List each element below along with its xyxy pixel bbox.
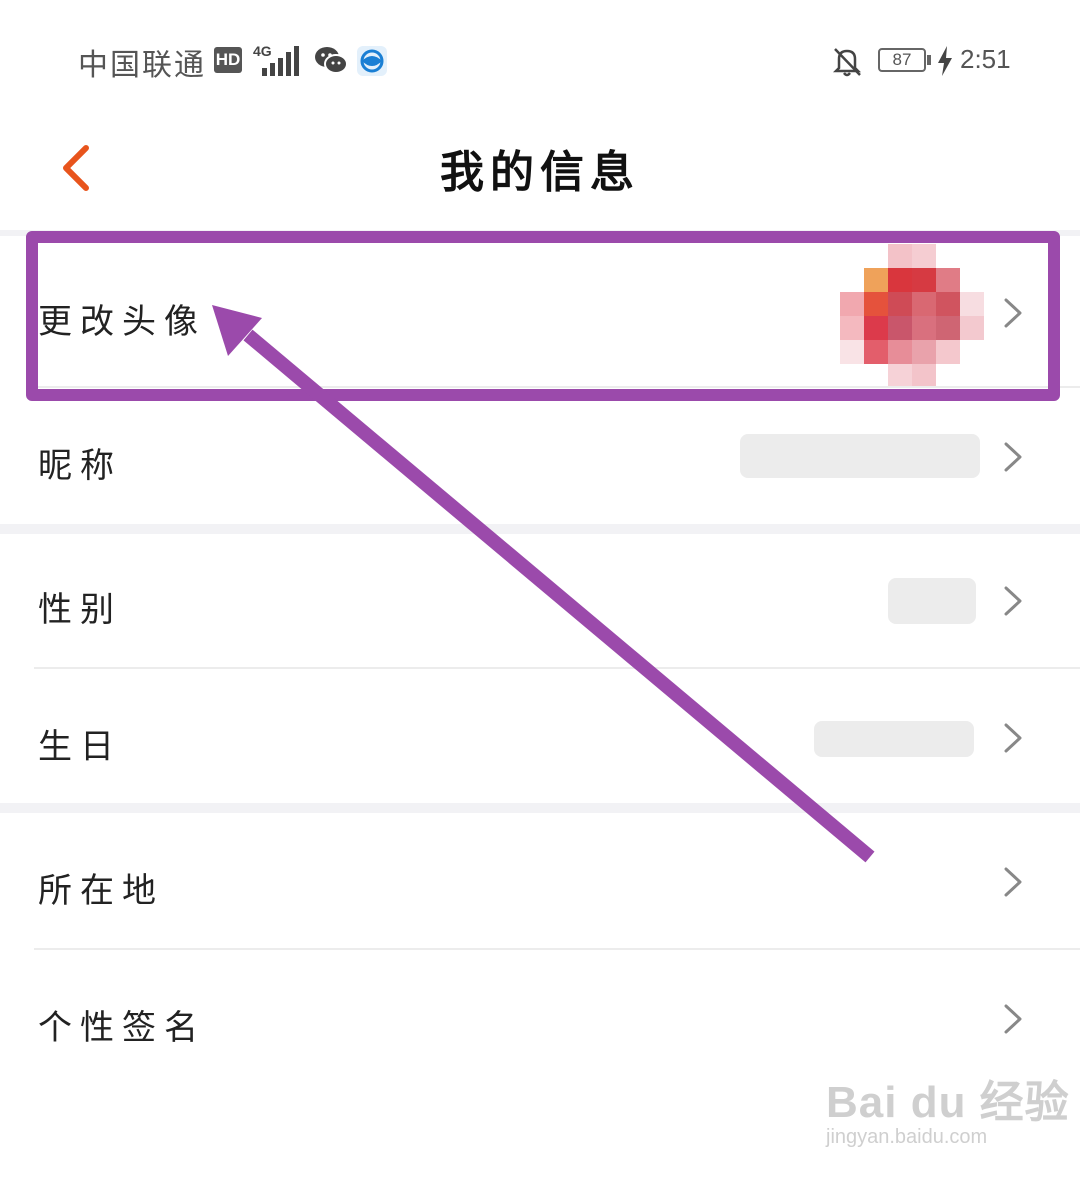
row-label-nickname: 昵称 xyxy=(38,446,122,486)
row-label-change-avatar: 更改头像 xyxy=(38,302,206,342)
gender-value-blurred xyxy=(888,578,976,624)
birthday-value-blurred xyxy=(814,721,974,757)
row-label-signature: 个性签名 xyxy=(38,1008,206,1048)
row-nickname[interactable]: 昵称 xyxy=(0,388,1080,524)
row-label-location: 所在地 xyxy=(38,871,164,911)
battery-icon: 87 xyxy=(878,48,926,72)
status-bar: 中国联通 HD 4G 87 2:51 xyxy=(0,0,1080,120)
chevron-right-icon xyxy=(1004,723,1022,753)
status-time: 2:51 xyxy=(960,44,1011,74)
browser-icon xyxy=(357,46,387,76)
watermark-logo: Bai du 经验 xyxy=(826,1078,1070,1127)
wechat-icon xyxy=(315,47,348,74)
chevron-right-icon xyxy=(1004,442,1022,472)
section-divider xyxy=(0,524,1080,534)
avatar[interactable] xyxy=(840,244,984,388)
row-label-gender: 性别 xyxy=(38,590,122,630)
signal-icon xyxy=(262,46,299,76)
chevron-right-icon xyxy=(1004,586,1022,616)
row-location[interactable]: 所在地 xyxy=(0,813,1080,947)
section-divider xyxy=(0,803,1080,813)
battery-tip xyxy=(927,55,931,65)
carrier-name: 中国联通 xyxy=(78,48,206,83)
row-label-birthday: 生日 xyxy=(38,727,122,767)
nickname-value-blurred xyxy=(740,434,980,478)
row-gender[interactable]: 性别 xyxy=(0,534,1080,668)
charging-icon xyxy=(938,46,952,76)
chevron-right-icon xyxy=(1004,1004,1022,1034)
row-birthday[interactable]: 生日 xyxy=(0,669,1080,803)
watermark: Bai du 经验 jingyan.baidu.com xyxy=(826,1066,1070,1149)
row-signature[interactable]: 个性签名 xyxy=(0,950,1080,1084)
chevron-right-icon xyxy=(1004,867,1022,897)
chevron-right-icon xyxy=(1004,298,1022,328)
hd-badge: HD xyxy=(214,47,242,73)
page-title: 我的信息 xyxy=(440,147,640,198)
mute-bell-icon xyxy=(832,48,862,77)
